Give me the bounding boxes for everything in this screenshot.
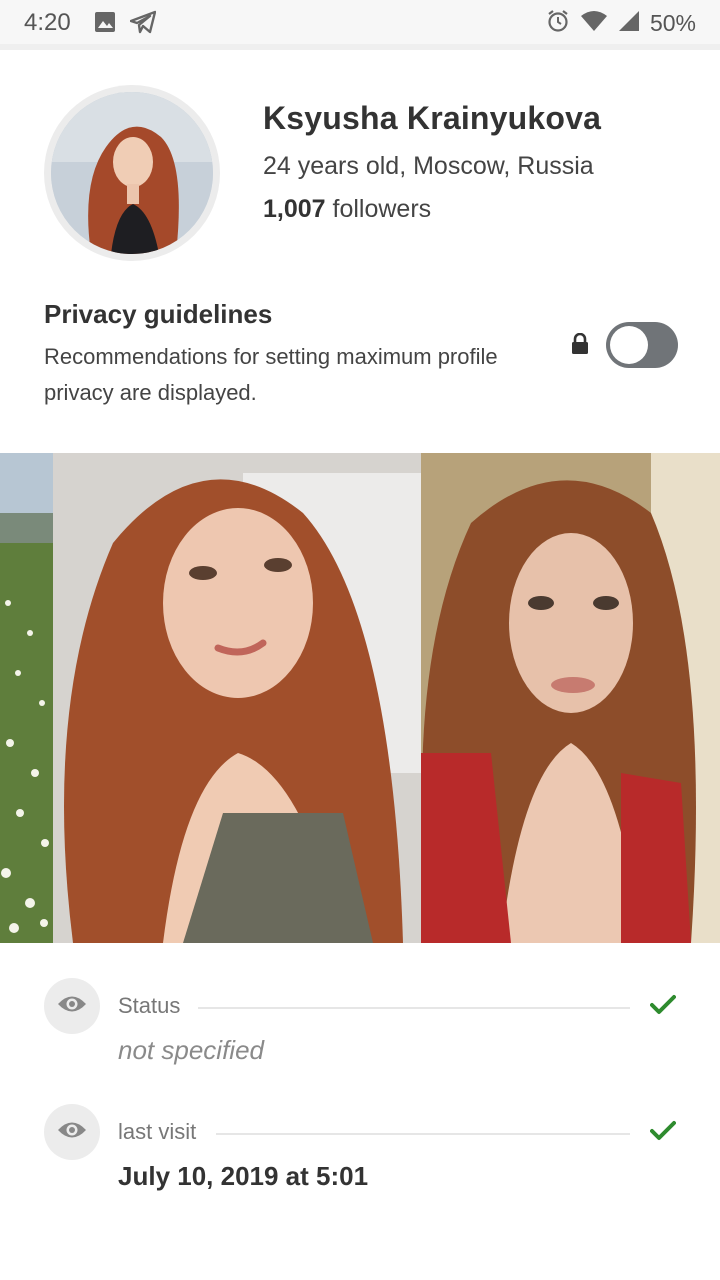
status-divider bbox=[0, 44, 720, 50]
privacy-title: Privacy guidelines bbox=[44, 299, 273, 329]
signal-icon bbox=[618, 10, 640, 37]
photo-selfie-1[interactable] bbox=[53, 453, 421, 943]
eye-icon bbox=[57, 994, 87, 1019]
alarm-icon bbox=[546, 9, 570, 38]
photo-selfie-2[interactable] bbox=[421, 453, 720, 943]
battery-percent: 50% bbox=[649, 10, 696, 36]
photo-gallery bbox=[0, 453, 720, 943]
telegram-icon bbox=[129, 10, 157, 39]
status-value: not specified bbox=[118, 1035, 264, 1065]
status-divider-line bbox=[198, 1007, 630, 1009]
eye-icon bbox=[57, 1120, 87, 1145]
photo-landscape[interactable] bbox=[0, 453, 53, 943]
last-visit-check-icon bbox=[650, 1120, 676, 1142]
followers-count[interactable]: 1,007 followers bbox=[263, 195, 431, 224]
status-label: Status bbox=[118, 993, 181, 1018]
avatar[interactable] bbox=[51, 92, 213, 254]
toggle-knob bbox=[610, 326, 648, 364]
last-visit-divider-line bbox=[216, 1133, 630, 1135]
last-visit-value: July 10, 2019 at 5:01 bbox=[118, 1161, 369, 1191]
image-icon bbox=[94, 11, 116, 38]
profile-details: 24 years old, Moscow, Russia bbox=[263, 152, 594, 180]
profile-name: Ksyusha Krainyukova bbox=[263, 100, 602, 136]
status-bar: 4:20 50% bbox=[0, 0, 720, 50]
status-check-icon bbox=[650, 994, 676, 1016]
privacy-description: Recommendations for setting maximum prof… bbox=[44, 344, 498, 405]
system-icons: 50% bbox=[546, 9, 696, 38]
lock-icon bbox=[570, 332, 590, 355]
status-time: 4:20 bbox=[24, 9, 71, 36]
last-visit-label: last visit bbox=[118, 1119, 197, 1144]
status-eye-button[interactable] bbox=[44, 978, 100, 1034]
followers-label: followers bbox=[325, 195, 432, 223]
last-visit-eye-button[interactable] bbox=[44, 1104, 100, 1160]
privacy-toggle[interactable] bbox=[606, 322, 678, 368]
followers-number: 1,007 bbox=[263, 195, 326, 223]
wifi-icon bbox=[580, 10, 608, 37]
notification-icons bbox=[94, 10, 157, 39]
